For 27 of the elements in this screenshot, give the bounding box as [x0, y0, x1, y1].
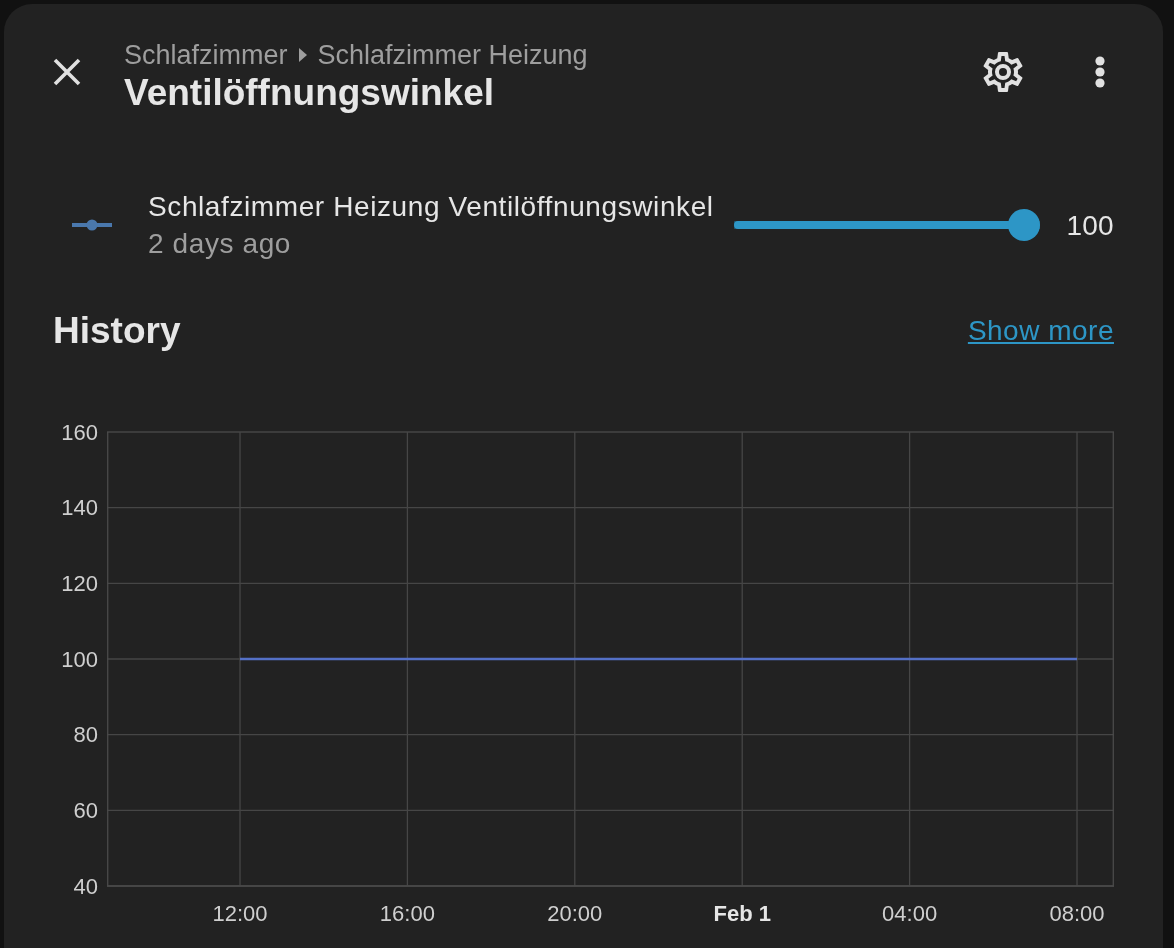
slider-thumb[interactable] [1008, 209, 1041, 241]
x-axis-label: 20:00 [547, 900, 603, 926]
last-changed-text: 2 days ago [148, 227, 292, 261]
y-axis-label: 40 [73, 873, 98, 899]
y-axis-label: 140 [61, 495, 98, 521]
show-more-link[interactable]: Show more [967, 313, 1114, 349]
x-axis-label: Feb 1 [713, 900, 771, 926]
close-icon [53, 58, 81, 86]
y-axis-label: 80 [73, 722, 98, 748]
y-axis-label: 100 [61, 646, 98, 672]
caret-icon [298, 48, 307, 62]
dialog-title: Ventilöffnungswinkel [124, 71, 496, 115]
section-heading: History [53, 309, 181, 353]
x-axis-label: 16:00 [379, 900, 435, 926]
entity-name: Schlafzimmer Heizung Ventilöffnungswinkel [148, 190, 715, 224]
line-dot-icon [72, 219, 112, 231]
breadcrumb-item: Schlafzimmer Heizung [317, 40, 588, 70]
settings-icon [983, 52, 1023, 92]
x-axis-label: 04:00 [882, 900, 938, 926]
y-axis-label: 120 [61, 570, 98, 596]
state-value: 100 [1066, 208, 1114, 243]
x-axis-label: 12:00 [212, 900, 268, 926]
breadcrumb-item: Schlafzimmer [124, 40, 288, 70]
more-options-icon [1095, 56, 1105, 88]
x-axis-label: 08:00 [1049, 900, 1105, 926]
y-axis-label: 60 [73, 797, 98, 823]
y-axis-label: 160 [61, 420, 98, 445]
